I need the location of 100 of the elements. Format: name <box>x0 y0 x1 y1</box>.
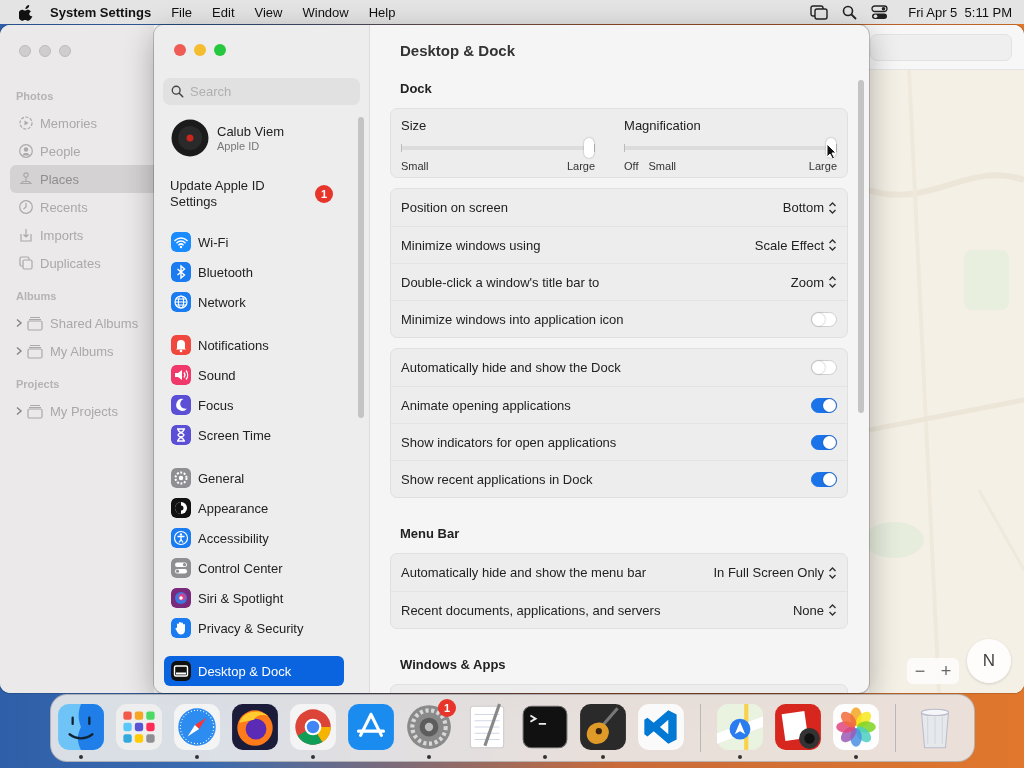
sidebar-item[interactable]: Siri & Spotlight <box>164 583 344 613</box>
sidebar-item[interactable]: Privacy & Security <box>164 613 344 643</box>
wheel-icon[interactable] <box>288 702 338 752</box>
setting-label: Double-click a window's title bar to <box>401 274 600 290</box>
close-button[interactable] <box>174 44 186 56</box>
fox-globe-icon[interactable] <box>230 702 280 752</box>
chevron-icon <box>828 603 837 617</box>
slider-mark-label: Off <box>624 160 639 172</box>
memories-icon <box>18 115 34 131</box>
sidebar-item[interactable]: Sound <box>164 360 344 390</box>
slider-mark-label: Small <box>401 160 429 172</box>
scrollbar-thumb[interactable] <box>358 117 364 418</box>
search-field[interactable] <box>870 33 1012 61</box>
chevron-icon <box>828 565 837 580</box>
slider-thumb[interactable] <box>584 138 595 158</box>
setting-label: Minimize windows using <box>401 237 541 253</box>
setting-label: Position on screen <box>401 200 508 215</box>
control-center-icon[interactable] <box>871 4 889 20</box>
setting-label: Recent documents, applications, and servers <box>401 602 661 618</box>
zoom-in-button[interactable]: + <box>933 658 959 684</box>
switches-icon <box>171 558 191 578</box>
scrollbar-thumb[interactable] <box>858 80 864 413</box>
gear-icon[interactable] <box>404 702 454 752</box>
dock-icon <box>171 661 191 681</box>
album-icon <box>26 315 44 331</box>
map-icon[interactable] <box>715 702 765 752</box>
notification-badge: 1 <box>438 699 456 717</box>
setting-label: Automatically hide and show the Dock <box>401 360 621 375</box>
sidebar-item[interactable]: Screen Time <box>164 420 344 450</box>
account-subtitle: Apple ID <box>217 138 261 153</box>
notification-badge: 1 <box>315 185 333 203</box>
slider-mark-label: Large <box>808 160 837 172</box>
setting-label: Minimize windows into application icon <box>401 311 624 327</box>
moon-icon <box>171 395 191 415</box>
menu-item[interactable]: Window <box>292 4 359 20</box>
chevron-icon[interactable] <box>14 406 24 416</box>
zoom-out-button[interactable]: − <box>907 658 933 684</box>
pin-icon <box>18 171 34 187</box>
hand-icon <box>171 618 191 638</box>
bell-icon <box>171 335 191 355</box>
sidebar-item[interactable]: Accessibility <box>164 523 344 553</box>
flower-icon[interactable] <box>831 702 881 752</box>
popup-button[interactable]: In Full Screen Only <box>713 565 837 580</box>
slider-mark-label: Large <box>566 160 596 172</box>
sidebar-item[interactable]: Bluetooth <box>164 257 344 287</box>
menu-item[interactable]: Help <box>358 4 406 20</box>
person-icon <box>18 143 34 159</box>
popup-button[interactable]: Zoom <box>790 274 837 290</box>
chevron-icon[interactable] <box>14 318 24 328</box>
section-title: Dock <box>399 80 433 98</box>
appearance-icon <box>171 498 191 518</box>
popup-button[interactable]: None <box>792 602 837 618</box>
sidebar-item[interactable]: Control Center <box>164 553 344 583</box>
zoom-button[interactable] <box>214 44 226 56</box>
popup-button[interactable]: Bottom <box>782 200 837 215</box>
camera-icon[interactable] <box>773 702 823 752</box>
search-icon[interactable] <box>842 4 858 20</box>
face-icon[interactable] <box>56 702 106 752</box>
account-name: Calub Viem <box>217 123 284 139</box>
clock[interactable]: Fri Apr 5 5:11 PM <box>908 4 1012 20</box>
ribbon-icon[interactable] <box>636 702 686 752</box>
hourglass-icon <box>171 425 191 445</box>
sidebar-item[interactable]: Desktop & Dock <box>164 656 344 686</box>
album-icon <box>26 403 44 419</box>
app-menu[interactable]: System Settings <box>34 4 162 20</box>
chevron-icon[interactable] <box>14 346 24 356</box>
sidebar-item[interactable]: Notifications <box>164 330 344 360</box>
compass-icon[interactable] <box>172 702 222 752</box>
section-title: Menu Bar <box>399 525 461 543</box>
album-icon <box>26 343 44 359</box>
sidebar-item[interactable]: Wi-Fi <box>164 227 344 257</box>
sidebar-item[interactable]: Network <box>164 287 344 317</box>
speaker-icon <box>171 365 191 385</box>
apple-logo-icon[interactable] <box>19 3 34 21</box>
popup-button[interactable]: Scale Effect <box>754 237 837 253</box>
account-row[interactable]: Calub Viem Apple ID <box>164 117 345 159</box>
setting-label: Show recent applications in Dock <box>401 471 593 487</box>
windows-icon[interactable] <box>810 4 829 20</box>
sidebar-item[interactable]: Update Apple ID Settings 1 <box>164 175 354 213</box>
setting-label: Animate opening applications <box>401 397 571 413</box>
guitar-icon[interactable] <box>578 702 628 752</box>
sidebar-item[interactable]: Focus <box>164 390 344 420</box>
globe-icon <box>171 292 191 312</box>
toggle-switch[interactable] <box>811 434 837 450</box>
toggle-switch[interactable] <box>811 471 837 487</box>
toggle-switch[interactable] <box>811 397 837 413</box>
sidebar-item[interactable]: Appearance <box>164 493 344 523</box>
menu-item[interactable]: Edit <box>202 4 245 20</box>
avatar <box>171 119 209 157</box>
chevron-icon <box>828 275 837 289</box>
clock-icon <box>18 199 34 215</box>
duplicates-icon <box>18 255 34 271</box>
page-title: Desktop & Dock <box>399 40 517 61</box>
store-icon[interactable] <box>346 702 396 752</box>
import-icon <box>18 227 34 243</box>
section-title: Windows & Apps <box>399 656 507 674</box>
app-grid-icon[interactable] <box>114 702 164 752</box>
menu-item[interactable]: View <box>244 4 293 20</box>
sidebar-item[interactable]: General <box>164 463 344 493</box>
menu-item[interactable]: File <box>161 4 203 20</box>
